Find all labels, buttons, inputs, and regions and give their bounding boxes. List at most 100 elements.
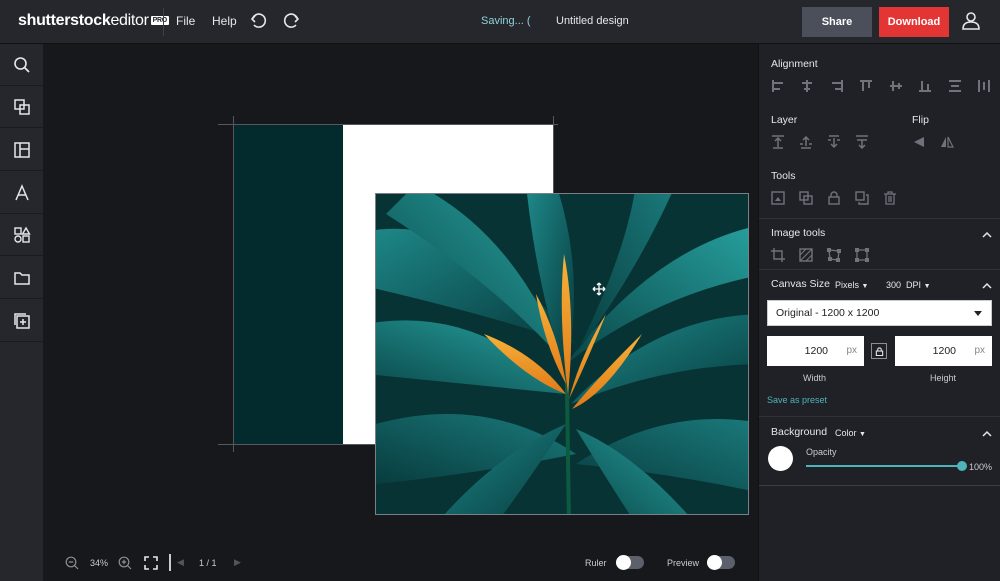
opacity-label: Opacity	[806, 447, 837, 457]
saving-status: Saving... (	[481, 15, 531, 27]
image-replace-icon[interactable]	[771, 191, 785, 205]
toggle-knob	[616, 555, 631, 570]
divider	[759, 485, 1000, 486]
redo-icon[interactable]	[281, 11, 301, 31]
trash-icon[interactable]	[883, 191, 897, 205]
zoom-level: 34%	[90, 558, 109, 568]
transform-icon[interactable]	[827, 248, 841, 262]
elements-tool[interactable]	[0, 86, 43, 128]
preset-value: Original - 1200 x 1200	[776, 307, 880, 319]
width-input[interactable]: 1200 px	[767, 336, 864, 366]
distribute-vertical-icon[interactable]	[948, 79, 962, 93]
collapse-chevron-icon[interactable]	[982, 278, 992, 289]
leaf-image	[376, 194, 748, 514]
bring-forward-icon[interactable]	[799, 135, 813, 149]
text-tool[interactable]	[0, 172, 43, 214]
width-unit: px	[846, 345, 857, 356]
align-center-icon[interactable]	[800, 79, 814, 93]
align-bottom-icon[interactable]	[918, 79, 932, 93]
transparency-icon[interactable]	[799, 248, 813, 262]
undo-icon[interactable]	[249, 11, 269, 31]
send-to-back-icon[interactable]	[855, 135, 869, 150]
leaf-photo[interactable]	[375, 193, 749, 515]
fit-screen-icon[interactable]	[144, 556, 158, 570]
alignment-row	[771, 79, 991, 93]
preview-toggle[interactable]	[707, 555, 735, 570]
search-tool[interactable]	[0, 44, 43, 86]
menu-file[interactable]: File	[176, 14, 195, 28]
properties-panel: Alignment Layer Flip Tools Image tools C…	[758, 44, 1000, 581]
user-icon[interactable]	[960, 10, 982, 32]
align-top-icon[interactable]	[859, 79, 873, 93]
share-button[interactable]: Share	[802, 7, 872, 37]
zoom-in-icon[interactable]	[118, 556, 132, 570]
flip-vertical-icon[interactable]	[940, 135, 954, 149]
opacity-slider-handle[interactable]	[957, 461, 967, 471]
image-tools-title: Image tools	[771, 227, 826, 239]
preview-label: Preview	[667, 558, 700, 568]
flip-horizontal-icon[interactable]	[912, 135, 926, 149]
save-preset-link[interactable]: Save as preset	[767, 395, 827, 405]
group-icon[interactable]	[799, 191, 813, 205]
prev-page-icon[interactable]: ◀	[177, 557, 184, 568]
page-indicator: 1 / 1	[199, 558, 217, 568]
height-label: Height	[930, 373, 957, 383]
ruler-toggle[interactable]	[616, 555, 644, 570]
caret-down-icon: ▼	[861, 283, 869, 290]
align-left-icon[interactable]	[771, 79, 785, 93]
align-middle-icon[interactable]	[889, 79, 903, 93]
shapes-icon	[13, 226, 31, 243]
height-input[interactable]: 1200 px	[895, 336, 992, 366]
elements-icon	[13, 98, 30, 115]
crop-icon[interactable]	[771, 248, 785, 262]
opacity-slider-track[interactable]	[806, 465, 962, 467]
height-unit: px	[974, 345, 985, 356]
lock-ratio-button[interactable]	[871, 343, 887, 359]
toggle-knob	[707, 555, 722, 570]
text-icon	[14, 183, 29, 200]
send-backward-icon[interactable]	[827, 135, 841, 149]
height-value: 1200	[932, 345, 956, 357]
teal-rectangle[interactable]	[233, 124, 343, 444]
document-title[interactable]: Untitled design	[556, 15, 629, 27]
background-mode-dropdown[interactable]: Color ▼	[835, 428, 866, 438]
lock-icon	[875, 346, 883, 356]
lock-icon[interactable]	[827, 191, 841, 205]
canvas-area[interactable]: 34% ◀ 1 / 1 ▶ Ruler Preview	[43, 44, 758, 581]
background-color-swatch[interactable]	[768, 446, 793, 471]
next-page-icon[interactable]: ▶	[234, 557, 241, 568]
divider	[759, 218, 1000, 219]
add-layer-tool[interactable]	[0, 300, 43, 342]
align-right-icon[interactable]	[830, 79, 844, 93]
bring-to-front-icon[interactable]	[771, 135, 785, 149]
resize-icon[interactable]	[855, 248, 869, 262]
width-label: Width	[803, 373, 827, 383]
preset-select[interactable]: Original - 1200 x 1200	[767, 300, 992, 326]
pro-badge: PRO	[150, 16, 169, 26]
divider	[169, 554, 171, 571]
templates-tool[interactable]	[0, 129, 43, 171]
search-icon	[13, 56, 30, 73]
zoom-out-icon[interactable]	[65, 556, 79, 570]
move-cursor-icon	[592, 282, 606, 296]
ruler-label: Ruler	[585, 558, 607, 568]
caret-down-icon: ▼	[923, 283, 931, 290]
download-button[interactable]: Download	[879, 7, 949, 37]
layer-title: Layer	[771, 114, 798, 126]
left-toolbar	[0, 44, 43, 581]
add-layer-icon	[13, 312, 30, 329]
opacity-value: 100%	[969, 462, 993, 472]
shapes-tool[interactable]	[0, 214, 43, 256]
units-dropdown[interactable]: Pixels ▼	[835, 280, 868, 290]
dpi-dropdown[interactable]: 300 DPI ▼	[886, 280, 931, 290]
uploads-tool[interactable]	[0, 257, 43, 299]
guide-line	[218, 124, 558, 125]
logo: shutterstockeditor PRO	[18, 12, 169, 30]
menu-help[interactable]: Help	[212, 14, 237, 28]
duplicate-icon[interactable]	[855, 191, 869, 205]
logo-main: shutterstock	[18, 12, 111, 29]
distribute-horizontal-icon[interactable]	[977, 79, 991, 93]
collapse-chevron-icon[interactable]	[982, 426, 992, 437]
collapse-chevron-icon[interactable]	[982, 227, 992, 238]
background-mode-value: Color	[835, 428, 857, 438]
